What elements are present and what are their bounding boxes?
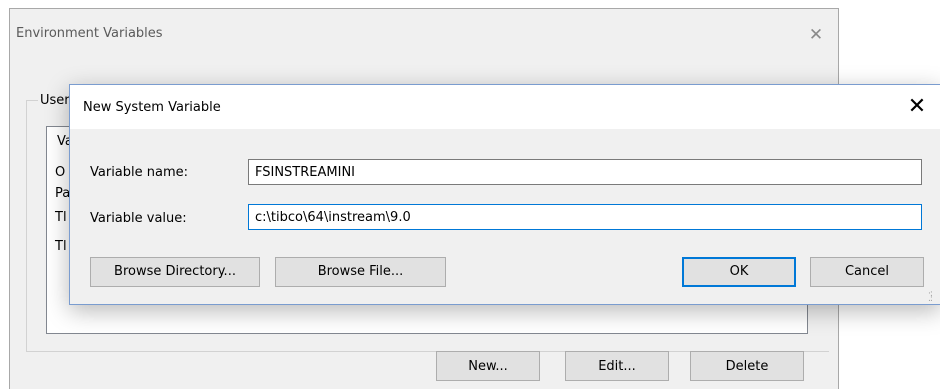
- variable-value-label: Variable value:: [90, 211, 187, 226]
- close-icon[interactable]: ✕: [904, 94, 930, 120]
- env-window-title: Environment Variables: [16, 26, 163, 41]
- ok-button[interactable]: OK: [682, 257, 796, 287]
- variable-name-input[interactable]: [248, 159, 922, 185]
- variable-value-input[interactable]: [248, 204, 922, 230]
- resize-grip-icon[interactable]: ·:.:: [928, 290, 938, 304]
- browse-file-button[interactable]: Browse File...: [275, 257, 446, 287]
- dialog-titlebar: New System Variable ✕: [70, 85, 940, 129]
- list-item[interactable]: Tl: [55, 239, 67, 254]
- new-system-variable-dialog: New System Variable ✕ Variable name: Var…: [69, 84, 940, 305]
- list-item[interactable]: Pa: [55, 186, 70, 201]
- user-variables-group-label: User: [38, 93, 72, 108]
- list-item[interactable]: Tl: [55, 210, 67, 225]
- dialog-title: New System Variable: [83, 100, 221, 115]
- variable-name-label: Variable name:: [90, 165, 189, 180]
- list-item[interactable]: O: [55, 165, 65, 180]
- browse-directory-button[interactable]: Browse Directory...: [90, 257, 260, 287]
- cancel-button[interactable]: Cancel: [810, 257, 924, 287]
- new-button[interactable]: New...: [436, 351, 540, 381]
- edit-button[interactable]: Edit...: [565, 351, 669, 381]
- delete-button[interactable]: Delete: [690, 351, 804, 381]
- env-close-icon[interactable]: ✕: [808, 27, 824, 44]
